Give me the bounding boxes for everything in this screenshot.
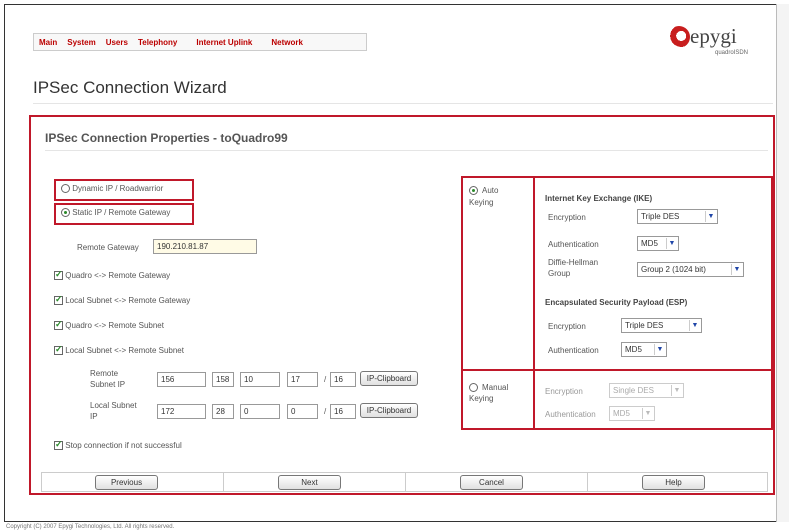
subtitle-divider: [45, 150, 768, 151]
epygi-logo: epygi quadroISDN: [668, 22, 764, 58]
remote-subnet-octet-2[interactable]: 158: [212, 372, 234, 387]
bar-separator: [223, 473, 224, 491]
manual-encryption-label: Encryption: [545, 387, 583, 396]
manual-keying-label-1: Manual: [482, 383, 509, 392]
copyright-text: Copyright (C) 2007 Epygi Technologies, L…: [6, 524, 175, 530]
manual-keying-option[interactable]: [469, 383, 478, 393]
chevron-down-icon: ▼: [666, 238, 677, 249]
checkbox-icon[interactable]: [54, 269, 63, 281]
slash-separator: /: [324, 407, 327, 416]
remote-subnet-octet-1[interactable]: 156: [157, 372, 206, 387]
static-ip-option[interactable]: Static IP / Remote Gateway: [61, 208, 171, 218]
chevron-down-icon: ▼: [689, 320, 700, 331]
previous-button[interactable]: Previous: [95, 475, 158, 490]
option-stop-connection[interactable]: Stop connection if not successful: [54, 439, 182, 451]
local-subnet-mask[interactable]: 16: [330, 404, 356, 419]
radio-icon[interactable]: [469, 383, 478, 393]
chevron-down-icon: ▼: [654, 344, 665, 355]
manual-encryption-select[interactable]: Single DES ▼: [609, 383, 684, 398]
local-ip-clipboard-button[interactable]: IP-Clipboard: [360, 403, 418, 418]
ike-encryption-label: Encryption: [548, 213, 586, 222]
ike-auth-select[interactable]: MD5 ▼: [637, 236, 679, 251]
nav-network[interactable]: Network: [257, 38, 308, 47]
logo-sub: quadroISDN: [715, 50, 749, 56]
ike-header: Internet Key Exchange (IKE): [545, 194, 653, 203]
nav-system[interactable]: System: [62, 38, 100, 47]
auto-keying-label-2: Keying: [469, 198, 494, 207]
dh-group-label: Diffie-Hellman Group: [548, 258, 599, 278]
nav-telephony[interactable]: Telephony: [133, 38, 182, 47]
option-local-remote-gateway[interactable]: Local Subnet <-> Remote Gateway: [54, 294, 190, 306]
next-button[interactable]: Next: [278, 475, 341, 490]
help-button[interactable]: Help: [642, 475, 705, 490]
scrollbar[interactable]: [776, 4, 789, 522]
manual-auth-label: Authentication: [545, 410, 596, 419]
radio-selected-icon[interactable]: [61, 208, 70, 218]
auto-keying-label-1: Auto: [482, 186, 499, 195]
esp-auth-select[interactable]: MD5 ▼: [621, 342, 667, 357]
dynamic-ip-label: Dynamic IP / Roadwarrior: [72, 184, 164, 193]
checkbox-icon[interactable]: [54, 319, 63, 331]
nav-internet-uplink[interactable]: Internet Uplink: [182, 38, 257, 47]
dynamic-ip-option[interactable]: Dynamic IP / Roadwarrior: [61, 184, 164, 194]
chevron-down-icon: ▼: [731, 264, 742, 275]
chevron-down-icon: ▼: [642, 408, 653, 419]
slash-separator: /: [324, 375, 327, 384]
title-divider: [33, 103, 773, 104]
checkbox-icon[interactable]: [54, 439, 63, 451]
static-ip-label: Static IP / Remote Gateway: [72, 208, 171, 217]
remote-subnet-label: Remote Subnet IP: [90, 369, 126, 389]
page-title: IPSec Connection Wizard: [33, 78, 227, 97]
chevron-down-icon: ▼: [705, 211, 716, 222]
local-subnet-octet-4[interactable]: 0: [287, 404, 318, 419]
checkbox-icon[interactable]: [54, 344, 63, 356]
nav-users[interactable]: Users: [101, 38, 133, 47]
cancel-button[interactable]: Cancel: [460, 475, 523, 490]
manual-auth-select[interactable]: MD5 ▼: [609, 406, 655, 421]
local-subnet-octet-1[interactable]: 172: [157, 404, 206, 419]
dh-group-select[interactable]: Group 2 (1024 bit) ▼: [637, 262, 744, 277]
remote-gateway-label: Remote Gateway: [77, 243, 139, 252]
manual-keying-label-2: Keying: [469, 394, 494, 403]
panel-subtitle: IPSec Connection Properties - toQuadro99: [45, 131, 288, 145]
option-quadro-remote-gateway[interactable]: Quadro <-> Remote Gateway: [54, 269, 170, 281]
esp-auth-label: Authentication: [548, 346, 599, 355]
local-subnet-octet-2[interactable]: 28: [212, 404, 234, 419]
ike-encryption-select[interactable]: Triple DES ▼: [637, 209, 718, 224]
esp-encryption-select[interactable]: Triple DES ▼: [621, 318, 702, 333]
local-subnet-octet-3[interactable]: 0: [240, 404, 280, 419]
checkbox-icon[interactable]: [54, 294, 63, 306]
top-nav: Main System Users Telephony Internet Upl…: [33, 33, 367, 51]
esp-encryption-label: Encryption: [548, 322, 586, 331]
auto-keying-option[interactable]: [469, 186, 478, 196]
bar-separator: [587, 473, 588, 491]
option-quadro-remote-subnet[interactable]: Quadro <-> Remote Subnet: [54, 319, 164, 331]
radio-selected-icon[interactable]: [469, 186, 478, 196]
option-local-remote-subnet[interactable]: Local Subnet <-> Remote Subnet: [54, 344, 184, 356]
local-subnet-label: Local Subnet IP: [90, 401, 137, 421]
logo-word: epygi: [690, 24, 737, 48]
remote-subnet-octet-3[interactable]: 10: [240, 372, 280, 387]
nav-main[interactable]: Main: [34, 38, 62, 47]
remote-ip-clipboard-button[interactable]: IP-Clipboard: [360, 371, 418, 386]
chevron-down-icon: ▼: [671, 385, 682, 396]
esp-header: Encapsulated Security Payload (ESP): [545, 298, 688, 307]
remote-subnet-octet-4[interactable]: 17: [287, 372, 318, 387]
logo-ring-icon: [668, 26, 690, 48]
bar-separator: [405, 473, 406, 491]
ike-auth-label: Authentication: [548, 240, 599, 249]
remote-subnet-mask[interactable]: 16: [330, 372, 356, 387]
radio-icon[interactable]: [61, 184, 70, 194]
remote-gateway-input[interactable]: 190.210.81.87: [153, 239, 257, 254]
